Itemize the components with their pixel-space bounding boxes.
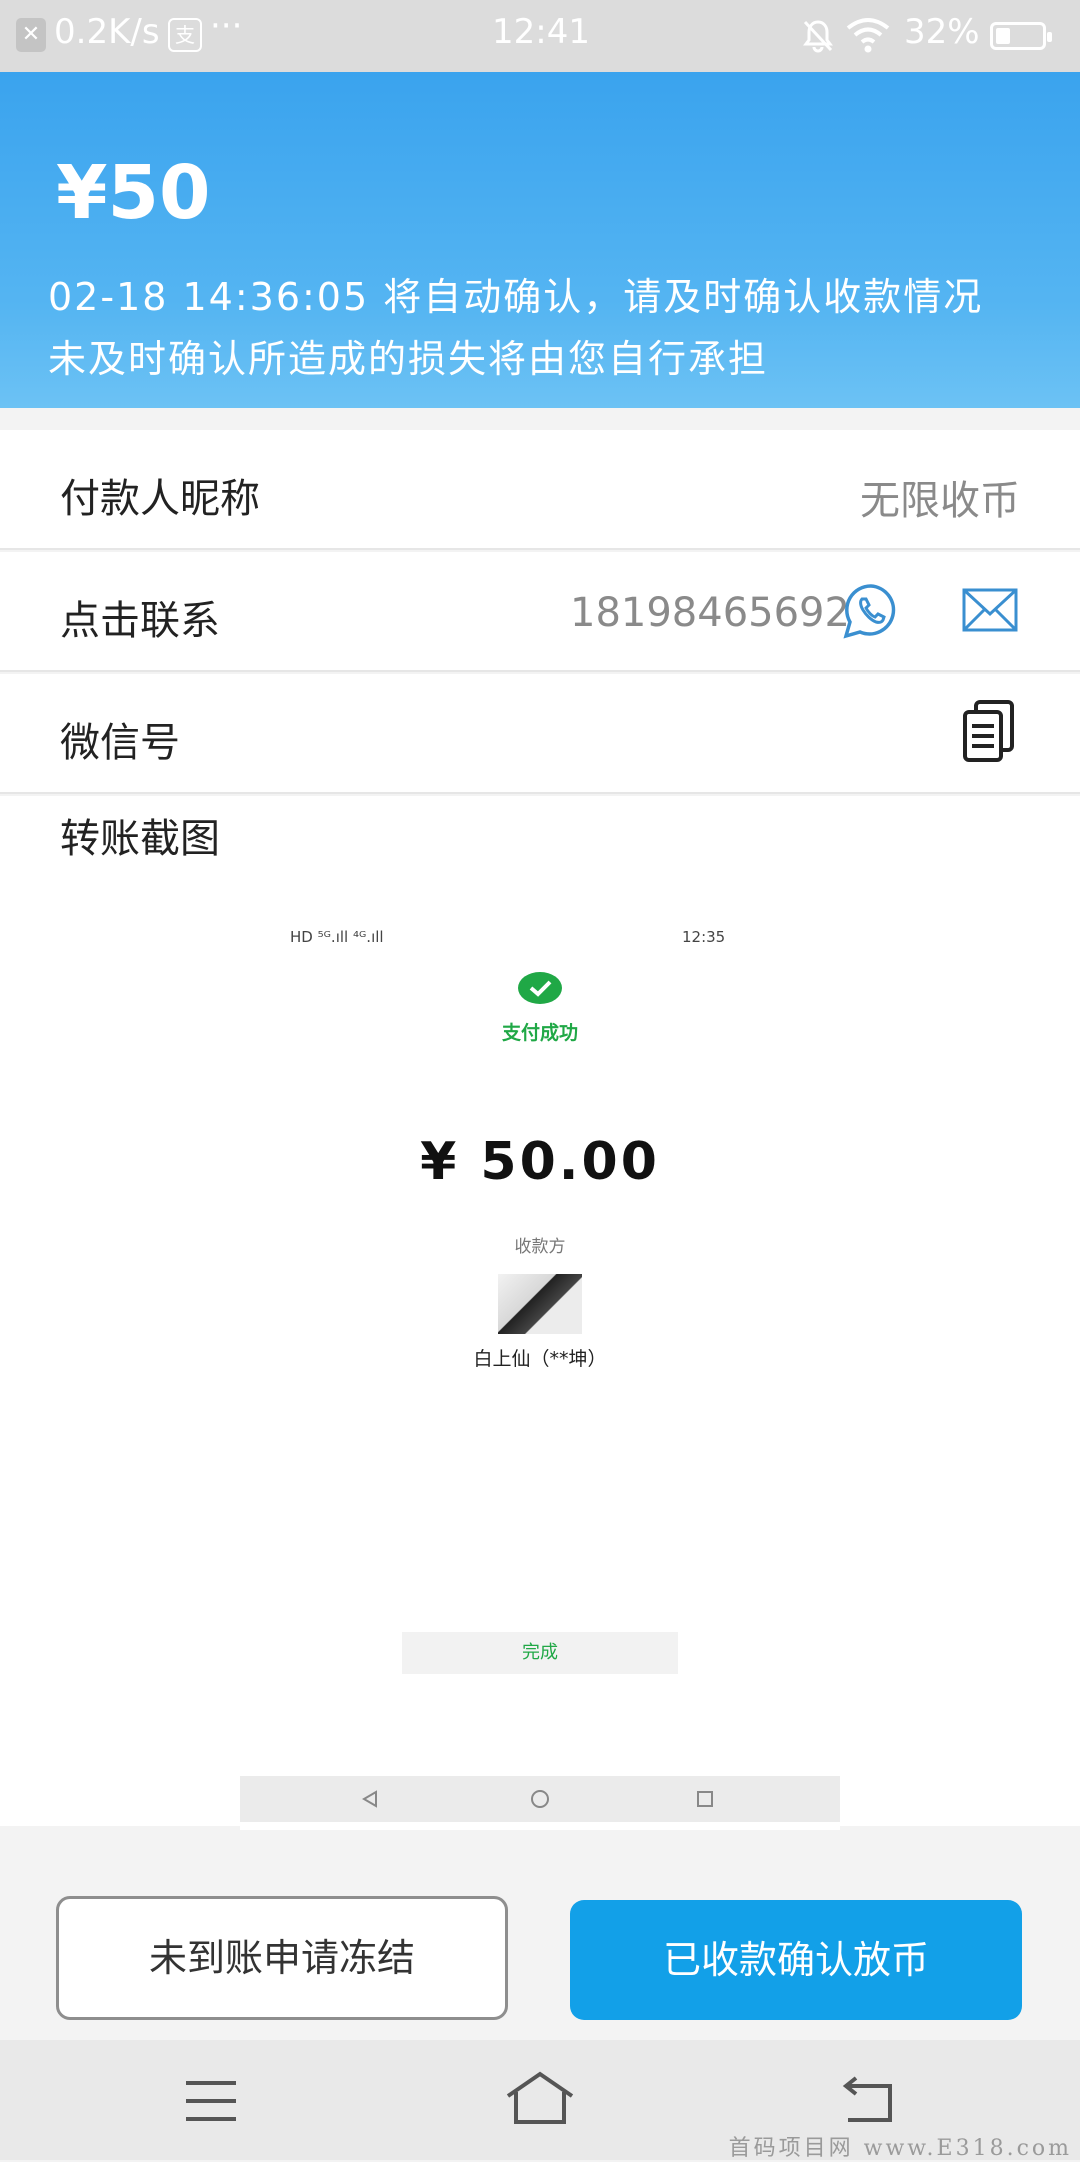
paid-amount: ¥ 50.00 [420,1132,660,1192]
payee-name: 白上仙（**坤） [473,1348,607,1370]
back-icon[interactable] [840,2074,900,2124]
payee-avatar [498,1274,582,1334]
request-freeze-button[interactable]: 未到账申请冻结 [56,1896,508,2020]
wechat-label: 微信号 [60,720,180,766]
mini-status-time: 12:35 [682,928,726,946]
order-amount: ¥50 [56,150,211,236]
mail-icon[interactable] [962,588,1018,632]
confirm-release-button[interactable]: 已收款确认放币 [570,1900,1022,2020]
payer-nickname: 无限收币 [860,478,1020,524]
mini-nav-bar [240,1776,840,1822]
more-icon: ··· [210,6,243,46]
contact-phone[interactable]: 18198465692 [570,590,850,636]
copy-icon[interactable] [962,700,1016,764]
close-icon: ✕ [16,18,46,52]
phone-icon[interactable] [842,582,900,640]
screenshot-label: 转账截图 [60,816,220,862]
wechat-row: 微信号 [0,674,1080,794]
status-bar: ✕ 0.2K/s 支 ··· 12:41 32% [0,0,1080,72]
alipay-icon: 支 [168,18,202,52]
mini-status-signal: HD ⁵ᴳ.ıll ⁴ᴳ.ıll [290,928,384,946]
wifi-icon [846,18,890,53]
payer-label: 付款人昵称 [60,476,260,522]
done-button: 完成 [402,1632,678,1674]
battery-icon [990,22,1052,50]
contact-label: 点击联系 [60,598,220,644]
payer-row: 付款人昵称 无限收币 [0,430,1080,550]
battery-percent: 32% [904,12,980,52]
watermark: 首码项目网 www.E318.com [728,2136,1072,2161]
loss-warning: 未及时确认所造成的损失将由您自行承担 [48,337,769,381]
wechat-pay-icon [518,972,562,1004]
transfer-screenshot[interactable]: HD ⁵ᴳ.ıll ⁴ᴳ.ıll 12:35 支付成功 ¥ 50.00 收款方 … [240,900,840,1830]
net-speed: 0.2K/s [54,12,160,52]
home-icon[interactable] [504,2070,576,2126]
dnd-bell-icon [803,20,833,53]
contact-row[interactable]: 点击联系 18198465692 [0,552,1080,672]
auto-confirm-notice: 02-18 14:36:05 将自动确认，请及时确认收款情况 [48,275,984,319]
clock: 12:41 [492,12,590,52]
payment-success-title: 支付成功 [501,1022,578,1044]
menu-icon[interactable] [184,2078,238,2124]
payee-label: 收款方 [514,1237,566,1257]
